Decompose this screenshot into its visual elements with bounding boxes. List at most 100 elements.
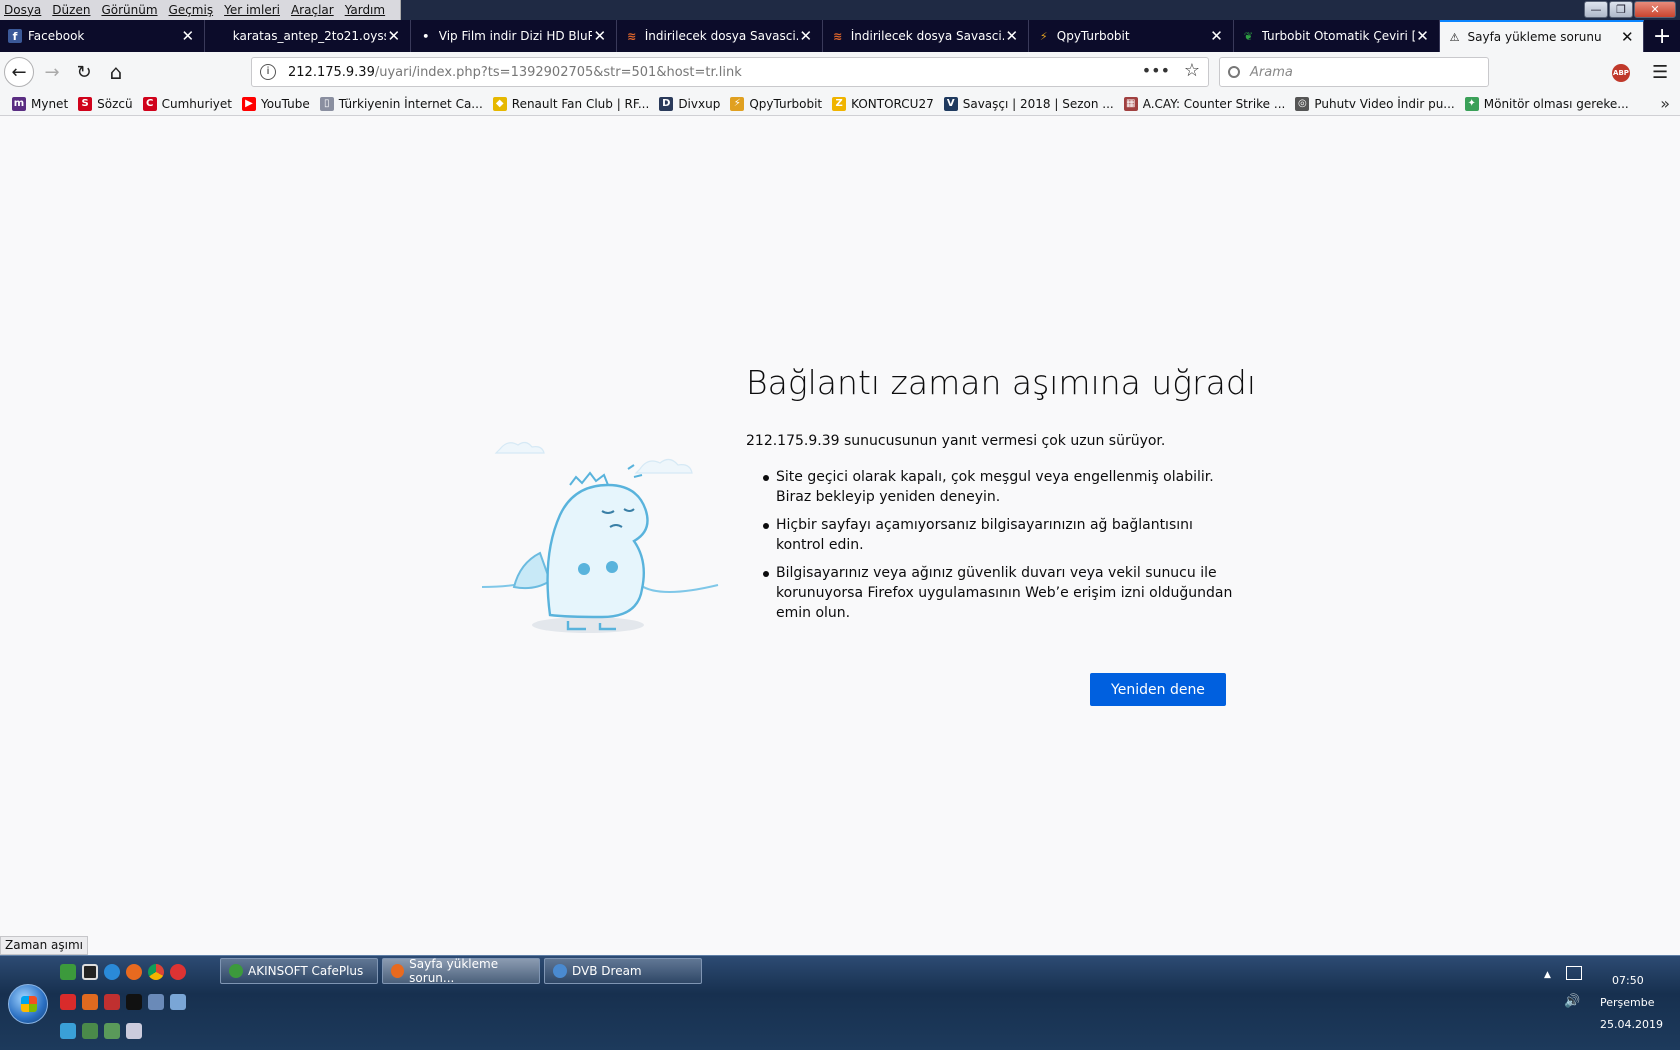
menu-icon[interactable]: ☰ — [1652, 62, 1668, 83]
bookmark-item[interactable]: D Divxup — [659, 96, 720, 111]
tab-close-icon[interactable]: ✕ — [1004, 27, 1020, 45]
list-item: Site geçici olarak kapalı, çok meşgul ve… — [763, 467, 1236, 507]
bookmarks-overflow-icon[interactable]: » — [1660, 94, 1670, 113]
app-icon[interactable] — [148, 994, 164, 1010]
bookmark-item[interactable]: ◎ Puhutv Video İndir pu... — [1295, 96, 1455, 111]
bookmark-label: KONTORCU27 — [851, 96, 934, 111]
cafeplus-icon[interactable] — [60, 964, 76, 980]
menu-file[interactable]: Dosya — [4, 3, 41, 17]
tab-close-icon[interactable]: ✕ — [180, 27, 196, 45]
tab-0[interactable]: f Facebook ✕ — [0, 20, 205, 52]
tab-4[interactable]: ≋ İndirilecek dosya Savasci.Bl ✕ — [823, 20, 1029, 52]
restore-button[interactable]: ❐ — [1609, 1, 1633, 18]
app-icon[interactable] — [82, 964, 98, 980]
bookmark-star-icon[interactable]: ☆ — [1184, 60, 1200, 81]
bookmark-item[interactable]: V Savaşçı | 2018 | Sezon ... — [943, 96, 1114, 111]
page-actions-icon[interactable]: ••• — [1142, 61, 1170, 80]
internet-explorer-icon[interactable] — [104, 964, 120, 980]
search-placeholder: Arama — [1250, 64, 1293, 80]
app-icon[interactable] — [126, 1023, 142, 1039]
tab-close-icon[interactable]: ✕ — [1415, 27, 1431, 45]
window-close-button[interactable]: ✕ — [1634, 1, 1676, 18]
app-icon[interactable] — [104, 1023, 120, 1039]
bookmark-favicon-icon: V — [943, 96, 958, 111]
bookmark-item[interactable]: ▯ Türkiyenin İnternet Ca... — [319, 96, 483, 111]
dot-icon: • — [422, 29, 430, 43]
menu-help[interactable]: Yardım — [345, 3, 385, 17]
tab-close-icon[interactable]: ✕ — [592, 27, 608, 45]
bookmark-favicon-icon: ▯ — [319, 96, 334, 111]
minimize-button[interactable]: — — [1584, 1, 1608, 18]
back-button[interactable]: ← — [4, 57, 34, 87]
forward-button[interactable]: → — [38, 58, 66, 86]
menu-bookmarks[interactable]: Yer imleri — [224, 3, 280, 17]
bookmark-label: Savaşçı | 2018 | Sezon ... — [962, 96, 1114, 111]
menu-tools[interactable]: Araçlar — [291, 3, 334, 17]
disconnected-monster-illustration — [481, 441, 719, 633]
tab-label: Facebook — [28, 29, 85, 43]
url-bar[interactable]: i 212.175.9.39/uyari/index.php?ts=139290… — [251, 57, 1209, 87]
app-icon[interactable] — [126, 994, 142, 1010]
menu-history[interactable]: Geçmiş — [169, 3, 214, 17]
taskbar-button-label: DVB Dream — [572, 964, 642, 978]
adblock-icon[interactable]: ABP — [1612, 64, 1630, 82]
bookmark-item[interactable]: ▶ YouTube — [241, 96, 310, 111]
tab-1[interactable]: karatas_antep_2to21.oysswall - D✕ — [205, 20, 411, 52]
tab-close-icon[interactable]: ✕ — [1619, 28, 1635, 46]
bookmark-label: Mönitör olması gereke... — [1483, 96, 1629, 111]
taskbar-button-firefox[interactable]: Sayfa yükleme sorun... — [382, 957, 540, 985]
tab-6[interactable]: ❦ Turbobit Otomatik Çeviri [E ✕ — [1234, 20, 1440, 52]
bookmark-item[interactable]: C Cumhuriyet — [142, 96, 232, 111]
tab-3[interactable]: ≋ İndirilecek dosya Savasci.Bl ✕ — [617, 20, 823, 52]
antivirus-icon[interactable] — [60, 994, 76, 1010]
show-hidden-icons[interactable]: ▲ — [1544, 970, 1551, 980]
bookmark-label: Sözcü — [97, 96, 133, 111]
new-tab-button[interactable]: + — [1644, 20, 1680, 52]
app-icon[interactable] — [82, 1023, 98, 1039]
bookmark-item[interactable]: ⚡ QpyTurbobit — [730, 96, 823, 111]
home-button[interactable]: ⌂ — [102, 58, 130, 86]
app-icon[interactable] — [60, 1023, 76, 1039]
bookmark-label: A.CAY: Counter Strike ... — [1142, 96, 1286, 111]
retry-button[interactable]: Yeniden dene — [1090, 673, 1226, 706]
bookmark-item[interactable]: Z KONTORCU27 — [832, 96, 934, 111]
tab-close-icon[interactable]: ✕ — [386, 27, 402, 45]
app-icon[interactable] — [82, 994, 98, 1010]
bookmark-label: Cumhuriyet — [161, 96, 232, 111]
volume-icon[interactable]: 🔊 — [1564, 994, 1580, 1009]
taskbar-button-cafeplus[interactable]: AKINSOFT CafePlus — [220, 958, 378, 984]
menu-bar: Dosya Düzen Görünüm Geçmiş Yer imleri Ar… — [0, 0, 1680, 20]
cafeplus-icon — [229, 964, 243, 978]
clock-day[interactable]: Perşembe — [1600, 996, 1655, 1009]
search-input[interactable]: Arama — [1219, 57, 1489, 87]
network-icon[interactable] — [1566, 966, 1582, 980]
bookmark-item[interactable]: S Sözcü — [78, 96, 133, 111]
bookmark-item[interactable]: ✦ Mönitör olması gereke... — [1464, 96, 1629, 111]
taskbar-button-dvbdream[interactable]: DVB Dream — [544, 958, 702, 984]
bookmark-label: Puhutv Video İndir pu... — [1314, 96, 1455, 111]
clock-date[interactable]: 25.04.2019 — [1600, 1018, 1663, 1031]
bookmark-label: Renault Fan Club | RF... — [511, 96, 650, 111]
bookmark-label: QpyTurbobit — [749, 96, 823, 111]
firefox-icon[interactable] — [126, 964, 142, 980]
bookmark-label: YouTube — [260, 96, 310, 111]
tab-5[interactable]: ⚡ QpyTurbobit ✕ — [1029, 20, 1234, 52]
bookmark-item[interactable]: ◆ Renault Fan Club | RF... — [492, 96, 650, 111]
power-icon[interactable] — [170, 964, 186, 980]
app-icon[interactable] — [104, 994, 120, 1010]
menu-edit[interactable]: Düzen — [52, 3, 90, 17]
bookmark-item[interactable]: m Mynet — [12, 96, 68, 111]
tab-close-icon[interactable]: ✕ — [1209, 27, 1225, 45]
info-icon[interactable]: i — [260, 64, 276, 80]
reload-button[interactable]: ↻ — [70, 58, 98, 86]
chrome-icon[interactable] — [148, 964, 164, 980]
tab-7[interactable]: ⚠ Sayfa yükleme sorunu ✕ — [1439, 20, 1645, 52]
bookmark-item[interactable]: ▦ A.CAY: Counter Strike ... — [1123, 96, 1286, 111]
start-button[interactable] — [8, 984, 48, 1024]
app-icon[interactable] — [170, 994, 186, 1010]
menu-view[interactable]: Görünüm — [101, 3, 157, 17]
clock-time[interactable]: 07:50 — [1612, 974, 1644, 987]
tab-2[interactable]: • Vip Film indir Dizi HD BluRa ✕ — [411, 20, 617, 52]
tab-close-icon[interactable]: ✕ — [798, 27, 814, 45]
facebook-icon: f — [8, 29, 22, 43]
